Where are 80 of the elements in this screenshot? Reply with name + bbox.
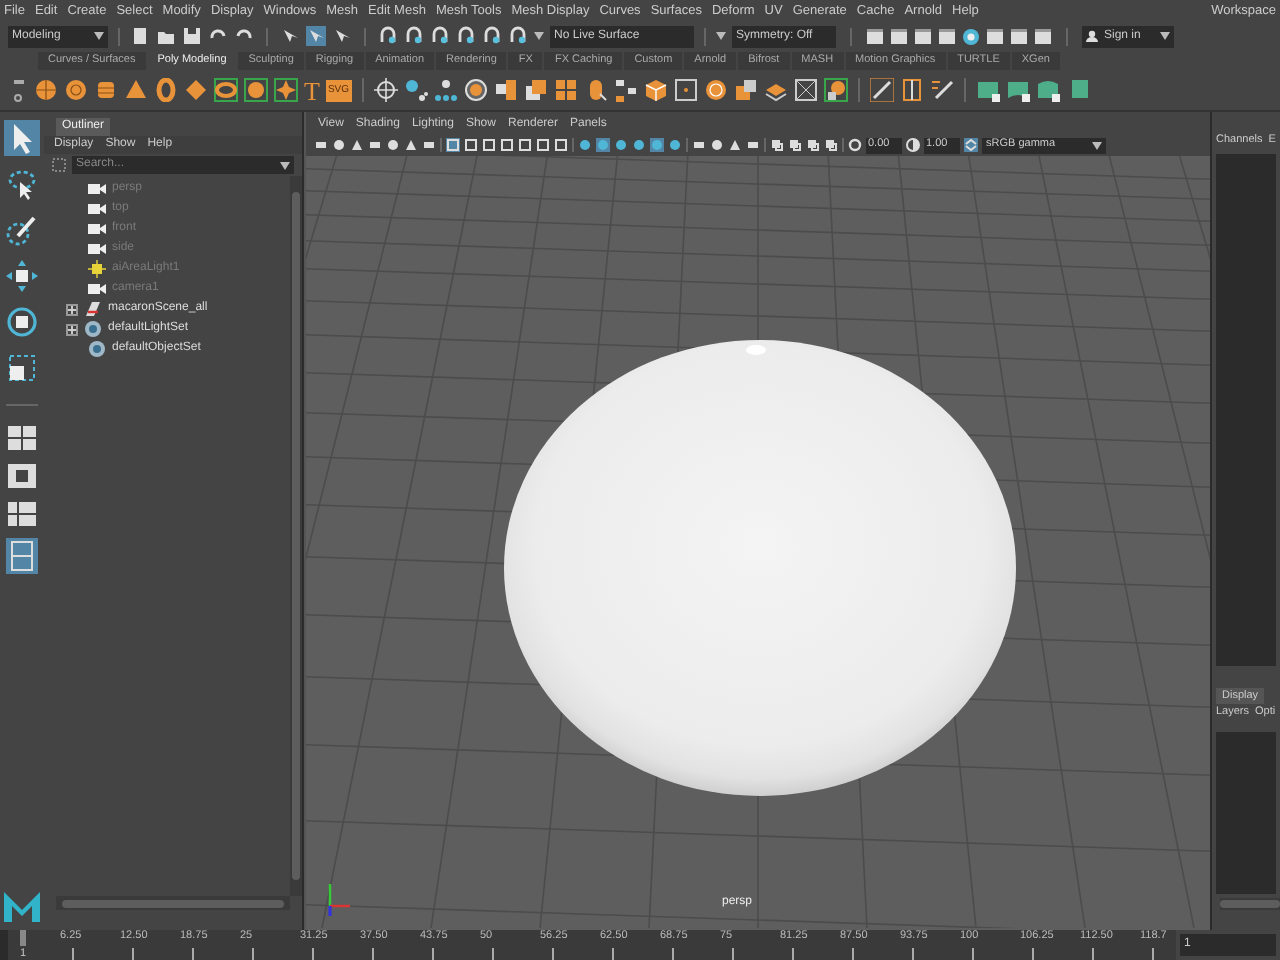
dots-icon[interactable] bbox=[433, 78, 458, 102]
rotate-tool-icon[interactable] bbox=[4, 304, 40, 340]
cube-icon[interactable] bbox=[643, 78, 668, 102]
square-icon[interactable] bbox=[793, 78, 818, 102]
cube-icon[interactable] bbox=[523, 78, 548, 102]
toolbar-icon[interactable] bbox=[906, 138, 920, 152]
dots-icon[interactable] bbox=[403, 78, 428, 102]
combine-icon[interactable] bbox=[463, 78, 488, 102]
caret-icon bbox=[1160, 32, 1170, 40]
scrollbar[interactable] bbox=[290, 176, 302, 896]
render-icon[interactable] bbox=[962, 27, 980, 45]
text-tool-button[interactable]: T bbox=[304, 77, 320, 103]
render-icon[interactable] bbox=[866, 27, 884, 45]
pen-icon[interactable] bbox=[929, 78, 954, 102]
target-icon[interactable] bbox=[373, 78, 398, 102]
camera-icon bbox=[88, 220, 106, 238]
render-icon[interactable] bbox=[1010, 27, 1028, 45]
layout-icon[interactable] bbox=[6, 424, 38, 452]
plane-icon[interactable] bbox=[763, 78, 788, 102]
magnet-icon[interactable] bbox=[430, 26, 450, 46]
torus-icon[interactable] bbox=[154, 78, 178, 102]
caret-icon bbox=[1092, 141, 1102, 149]
sphere-icon[interactable] bbox=[244, 78, 268, 102]
render-icon[interactable] bbox=[914, 27, 932, 45]
shape-icon[interactable] bbox=[975, 78, 1000, 102]
scrollbar[interactable] bbox=[56, 896, 290, 910]
scrollbar[interactable] bbox=[1220, 898, 1280, 910]
expand-icon[interactable] bbox=[66, 323, 78, 335]
shape-icon[interactable] bbox=[1035, 78, 1060, 102]
magnet-icon[interactable] bbox=[456, 26, 476, 46]
expand-icon[interactable] bbox=[66, 303, 78, 315]
user-icon bbox=[1086, 30, 1098, 42]
caret-icon[interactable] bbox=[534, 32, 544, 40]
render-icon[interactable] bbox=[938, 27, 956, 45]
caret-icon bbox=[94, 32, 104, 40]
move-tool-icon[interactable] bbox=[4, 258, 40, 294]
camera-icon bbox=[88, 280, 106, 298]
camera-icon bbox=[88, 200, 106, 218]
square-icon[interactable] bbox=[673, 78, 698, 102]
cube-icon[interactable] bbox=[493, 78, 518, 102]
ring-icon[interactable] bbox=[214, 78, 238, 102]
select-tool-icon[interactable] bbox=[4, 120, 40, 156]
render-icon[interactable] bbox=[1034, 27, 1052, 45]
light-icon bbox=[88, 260, 106, 278]
magnet-icon[interactable] bbox=[378, 26, 398, 46]
select-mode-icon[interactable] bbox=[332, 26, 352, 46]
maya-logo-icon bbox=[2, 888, 42, 924]
scale-tool-icon[interactable] bbox=[4, 350, 40, 386]
layout-icon[interactable] bbox=[6, 500, 38, 528]
camera-icon bbox=[88, 180, 106, 198]
filter-icon[interactable] bbox=[52, 158, 66, 172]
layout-icon[interactable] bbox=[6, 462, 38, 490]
render-icon[interactable] bbox=[890, 27, 908, 45]
lasso-tool-icon[interactable] bbox=[4, 166, 40, 202]
diamond-icon[interactable] bbox=[184, 78, 208, 102]
cube-icon[interactable] bbox=[733, 78, 758, 102]
sphere-icon[interactable] bbox=[703, 78, 728, 102]
magnet-icon[interactable] bbox=[404, 26, 424, 46]
sphere-icon[interactable] bbox=[64, 78, 88, 102]
pen-icon[interactable] bbox=[869, 78, 894, 102]
shape-icon[interactable] bbox=[1005, 78, 1030, 102]
cube-icon[interactable] bbox=[553, 78, 578, 102]
caret-icon[interactable] bbox=[716, 32, 726, 40]
magnet-icon[interactable] bbox=[508, 26, 528, 46]
new-file-icon[interactable] bbox=[130, 26, 150, 46]
square-icon[interactable] bbox=[899, 78, 924, 102]
camera-icon bbox=[88, 240, 106, 258]
caret-icon[interactable] bbox=[278, 156, 294, 174]
render-icon[interactable] bbox=[986, 27, 1004, 45]
magnet-icon[interactable] bbox=[482, 26, 502, 46]
star-icon[interactable] bbox=[274, 78, 298, 102]
paint-tool-icon[interactable] bbox=[4, 212, 40, 248]
cone-icon[interactable] bbox=[124, 78, 148, 102]
nodes-icon[interactable] bbox=[613, 78, 638, 102]
sphere-icon[interactable] bbox=[34, 78, 58, 102]
save-icon[interactable] bbox=[182, 26, 202, 46]
select-mode-icon[interactable] bbox=[280, 26, 300, 46]
transform-group-icon bbox=[84, 300, 102, 318]
cylinder-icon[interactable] bbox=[94, 78, 118, 102]
folder-icon[interactable] bbox=[156, 26, 176, 46]
